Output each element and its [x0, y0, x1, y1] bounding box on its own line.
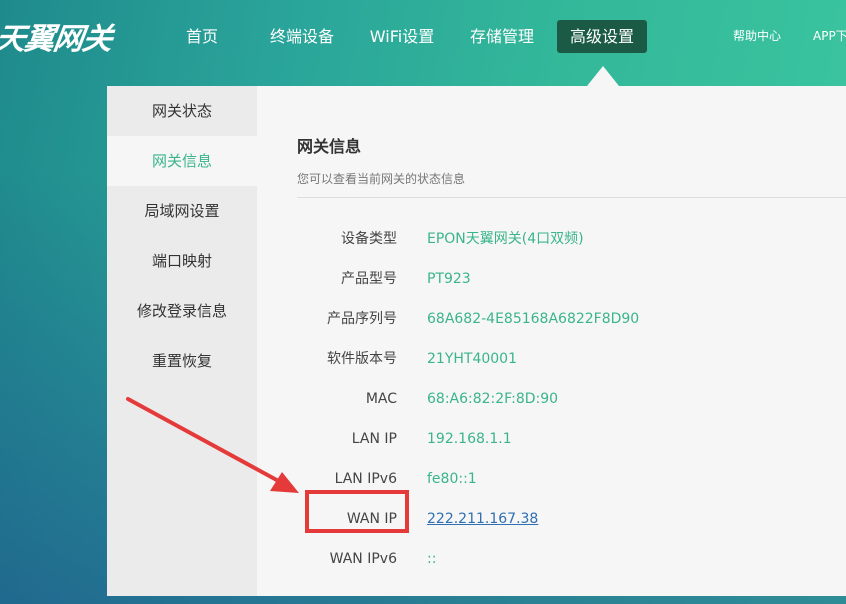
info-row: WAN IPv6 :: — [297, 547, 846, 571]
nav-item-home[interactable]: 首页 — [172, 20, 232, 53]
info-row: 设备类型 EPON天翼网关(4口双频) — [297, 227, 846, 251]
section-title: 网关信息 — [297, 137, 362, 156]
sidebar: 网关状态 网关信息 局域网设置 端口映射 修改登录信息 重置恢复 — [107, 86, 257, 596]
sidebar-item-login-info[interactable]: 修改登录信息 — [107, 286, 257, 336]
info-label-mac: MAC — [365, 391, 397, 407]
annotation-highlight-box — [305, 490, 409, 533]
info-row: MAC 68:A6:82:2F:8D:90 — [297, 387, 846, 411]
active-nav-pointer — [587, 66, 619, 86]
nav-item-advanced-settings[interactable]: 高级设置 — [557, 20, 647, 53]
info-label-wan-ipv6: WAN IPv6 — [329, 551, 397, 567]
top-nav: 首页 终端设备 WiFi设置 存储管理 高级设置 帮助中心 APP下 — [0, 0, 846, 72]
info-row: 软件版本号 21YHT40001 — [297, 347, 846, 371]
sidebar-item-port-mapping[interactable]: 端口映射 — [107, 236, 257, 286]
info-label-serial: 产品序列号 — [327, 311, 397, 327]
info-label-lan-ipv6: LAN IPv6 — [334, 471, 397, 487]
info-label-software-version: 软件版本号 — [327, 351, 397, 367]
info-row: 产品序列号 68A682-4E85168A6822F8D90 — [297, 307, 846, 331]
sidebar-item-gateway-info[interactable]: 网关信息 — [107, 136, 257, 186]
info-label-lan-ip: LAN IP — [351, 431, 397, 447]
sidebar-item-lan-settings[interactable]: 局域网设置 — [107, 186, 257, 236]
info-row: 产品型号 PT923 — [297, 267, 846, 291]
info-value-lan-ipv6: fe80::1 — [427, 471, 477, 487]
info-value-device-type: EPON天翼网关(4口双频) — [427, 231, 584, 247]
info-label-device-type: 设备类型 — [341, 231, 397, 247]
info-value-wan-ip-link[interactable]: 222.211.167.38 — [427, 507, 538, 531]
info-value-wan-ipv6: :: — [427, 551, 437, 567]
info-label-model: 产品型号 — [341, 271, 397, 287]
nav-item-wifi-settings[interactable]: WiFi设置 — [362, 20, 442, 53]
nav-item-terminal-devices[interactable]: 终端设备 — [262, 20, 342, 53]
info-row: LAN IP 192.168.1.1 — [297, 427, 846, 451]
main-panel: 网关状态 网关信息 局域网设置 端口映射 修改登录信息 重置恢复 网关信息 您可… — [107, 86, 846, 596]
sidebar-item-gateway-status[interactable]: 网关状态 — [107, 86, 257, 136]
sidebar-item-reset[interactable]: 重置恢复 — [107, 336, 257, 386]
info-value-mac: 68:A6:82:2F:8D:90 — [427, 391, 559, 407]
info-value-software-version: 21YHT40001 — [427, 351, 517, 367]
info-value-lan-ip: 192.168.1.1 — [427, 431, 512, 447]
nav-help-center[interactable]: 帮助中心 — [733, 27, 781, 44]
nav-app-download[interactable]: APP下 — [813, 27, 846, 44]
nav-item-storage[interactable]: 存储管理 — [462, 20, 542, 53]
divider — [297, 197, 846, 198]
section-description: 您可以查看当前网关的状态信息 — [297, 172, 466, 186]
info-value-serial: 68A682-4E85168A6822F8D90 — [427, 311, 640, 327]
info-row: LAN IPv6 fe80::1 — [297, 467, 846, 491]
info-value-model: PT923 — [427, 271, 471, 287]
